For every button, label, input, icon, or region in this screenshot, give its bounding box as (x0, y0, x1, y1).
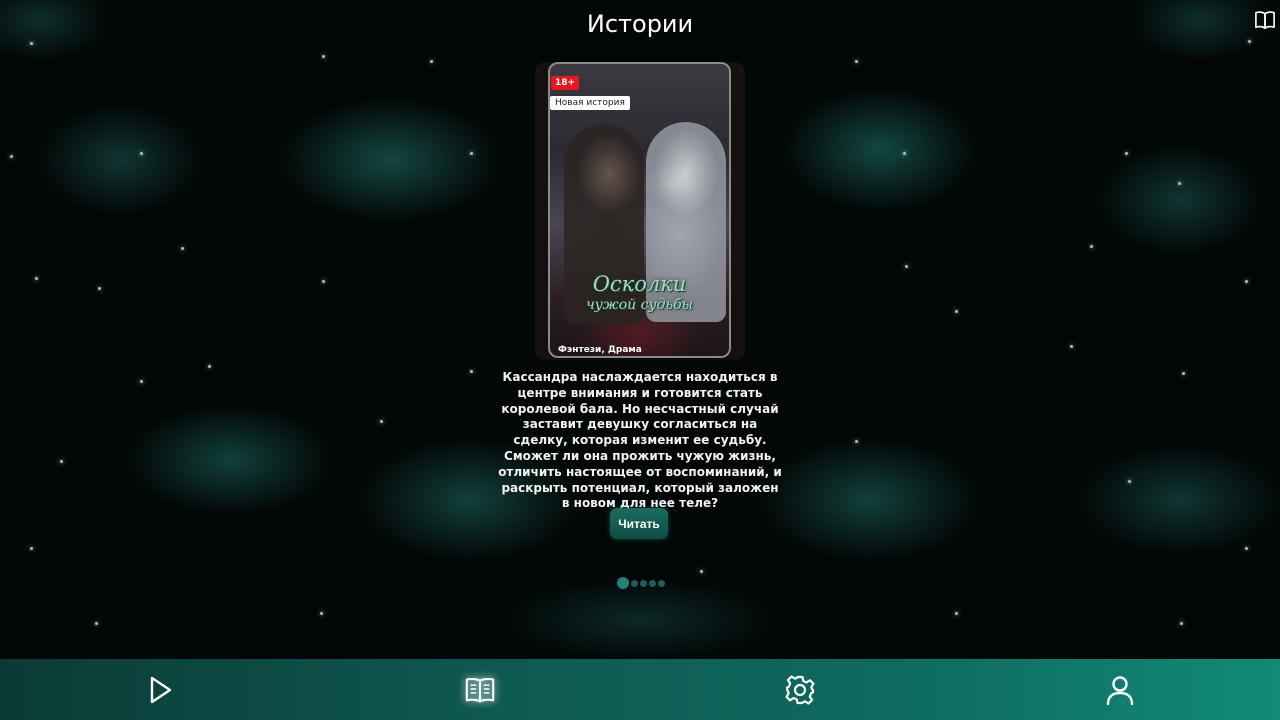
bottom-navigation (0, 659, 1280, 720)
gear-icon (785, 674, 815, 705)
new-story-badge: Новая история (550, 96, 630, 110)
book-open-icon (465, 677, 495, 702)
read-button[interactable]: Читать (610, 508, 668, 539)
cover-title: Осколки чужой судьбы (550, 272, 729, 314)
carousel-dot[interactable] (631, 579, 638, 587)
story-description: Кассандра наслаждается находиться в цент… (498, 370, 782, 511)
play-icon (150, 676, 172, 703)
carousel-dot[interactable] (617, 577, 629, 589)
nav-play[interactable] (0, 659, 320, 720)
cover-title-line2: чужой судьбы (585, 297, 694, 313)
carousel-dot[interactable] (640, 579, 647, 587)
cover-title-line1: Осколки (592, 272, 687, 296)
book-icon[interactable] (1254, 10, 1276, 30)
page-title: Истории (586, 10, 694, 38)
carousel-dot[interactable] (649, 579, 656, 587)
nav-profile[interactable] (960, 659, 1280, 720)
carousel-dot[interactable] (658, 579, 665, 587)
age-rating-badge: 18+ (551, 76, 580, 90)
carousel-pagination (617, 577, 665, 589)
genre-label: Фэнтези, Драма (558, 345, 642, 355)
nav-stories[interactable] (320, 659, 640, 720)
nav-settings[interactable] (640, 659, 960, 720)
user-icon (1106, 675, 1134, 705)
